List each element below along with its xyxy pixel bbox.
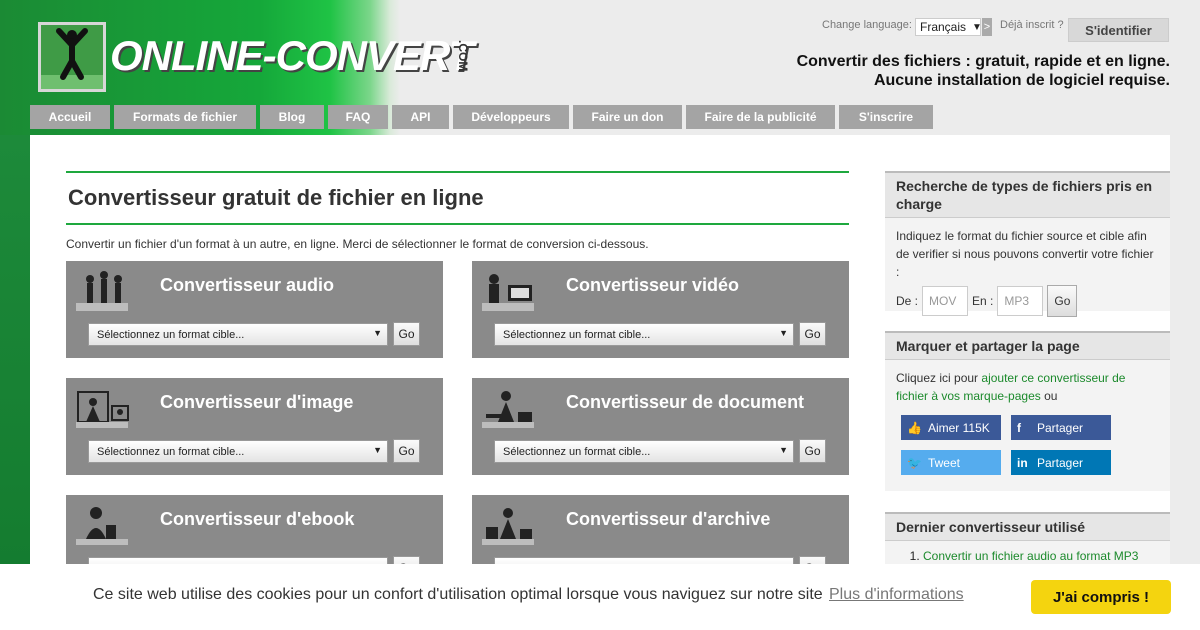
from-format-input[interactable]: MOV [922, 286, 969, 316]
format-select[interactable]: Sélectionnez un format cible... ▼ [494, 323, 794, 346]
format-check-form: De : MOV En : MP3 Go [896, 285, 1159, 317]
format-check-go-button[interactable]: Go [1047, 285, 1078, 317]
intro-text: Convertir un fichier d'un format à un au… [66, 237, 649, 251]
cookie-banner: Ce site web utilise des cookies pour un … [0, 564, 1200, 630]
sidebar-search-title: Recherche de types de fichiers pris en c… [885, 171, 1170, 218]
list-item: Convertir un fichier audio au format MP3 [923, 549, 1170, 563]
card-title: Convertisseur d'ebook [160, 509, 355, 529]
thumbs-up-icon: 👍 [907, 420, 922, 435]
select-placeholder: Sélectionnez un format cible... [97, 445, 245, 458]
facebook-share-button[interactable]: f Partager [1011, 415, 1111, 440]
facebook-share-label: Partager [1037, 420, 1084, 435]
image-icon [74, 386, 130, 430]
converter-card-video: Convertisseur vidéo Sélectionnez un form… [472, 261, 849, 358]
archive-icon [480, 503, 536, 547]
sidebar-search-text: Indiquez le format du fichier source et … [896, 229, 1154, 279]
format-select[interactable]: Sélectionnez un format cible... ▼ [494, 440, 794, 463]
page-title: Convertisseur gratuit de fichier en lign… [68, 185, 484, 210]
chevron-down-icon: ▼ [373, 445, 382, 455]
select-placeholder: Sélectionnez un format cible... [503, 445, 651, 458]
language-select[interactable]: Français ▼ [915, 18, 982, 36]
nav-item-formats[interactable]: Formats de fichier [114, 105, 256, 129]
from-label: De : [896, 294, 919, 308]
go-button[interactable]: Go [799, 439, 826, 463]
video-icon [480, 269, 536, 313]
chevron-down-icon: ▼ [972, 21, 982, 33]
sidebar-share-title: Marquer et partager la page [885, 331, 1170, 360]
nav-item-inscrire[interactable]: S'inscrire [839, 105, 933, 129]
linkedin-icon: in [1017, 455, 1028, 470]
tagline-line-1: Convertir des fichiers : gratuit, rapide… [796, 53, 1170, 70]
cookie-accept-button[interactable]: J'ai compris ! [1031, 580, 1171, 614]
chevron-down-icon: ▼ [373, 328, 382, 338]
select-placeholder: Sélectionnez un format cible... [503, 328, 651, 341]
card-title: Convertisseur d'image [160, 392, 354, 412]
logo-icon[interactable] [38, 22, 106, 92]
card-title: Convertisseur de document [566, 392, 805, 412]
facebook-like-label: Aimer 115K [927, 420, 990, 435]
nav-item-don[interactable]: Faire un don [573, 105, 682, 129]
card-title: Convertisseur d'archive [566, 509, 771, 529]
tagline-line-2: Aucune installation de logiciel requise. [873, 72, 1170, 89]
share-text-post: ou [1044, 389, 1058, 403]
card-title: Convertisseur audio [160, 275, 335, 295]
cookie-more-link[interactable]: Plus d'informations [829, 586, 964, 604]
nav-item-accueil[interactable]: Accueil [30, 105, 110, 129]
nav-item-api[interactable]: API [392, 105, 449, 129]
to-format-input[interactable]: MP3 [997, 286, 1044, 316]
nav-item-publicite[interactable]: Faire de la publicité [686, 105, 835, 129]
nav-item-blog[interactable]: Blog [260, 105, 324, 129]
share-text-pre: Cliquez ici pour [896, 371, 979, 385]
main-panel: Convertisseur gratuit de fichier en lign… [30, 135, 1170, 630]
sidebar-share-box: Marquer et partager la page Cliquez ici … [885, 331, 1170, 491]
login-button[interactable]: S'identifier [1068, 18, 1169, 42]
tagline: Convertir des fichiers : gratuit, rapide… [797, 52, 1170, 90]
cookie-message: Ce site web utilise des cookies pour un … [93, 586, 823, 603]
logo-suffix: .COM [456, 40, 470, 72]
go-button[interactable]: Go [393, 439, 420, 463]
to-label: En : [972, 294, 994, 308]
logo-text[interactable]: ONLINE-CONVERT [110, 32, 474, 80]
chevron-down-icon: ▼ [779, 445, 788, 455]
facebook-like-button[interactable]: 👍 Aimer 115K [901, 415, 1001, 440]
nav-item-faq[interactable]: FAQ [328, 105, 388, 129]
sidebar-last-title: Dernier convertisseur utilisé [885, 512, 1170, 541]
format-select[interactable]: Sélectionnez un format cible... ▼ [88, 440, 388, 463]
document-icon [480, 386, 536, 430]
tweet-label: Tweet [927, 455, 960, 470]
sidebar-share-body: Cliquez ici pour ajouter ce convertisseu… [885, 360, 1170, 414]
sidebar-search-body: Indiquez le format du fichier source et … [885, 218, 1170, 326]
title-bar: Convertisseur gratuit de fichier en lign… [66, 171, 849, 225]
nav-item-developpeurs[interactable]: Développeurs [453, 105, 569, 129]
audio-icon [74, 269, 130, 313]
header: ONLINE-CONVERT .COM Change language: Fra… [0, 0, 1200, 135]
ebook-icon [74, 503, 130, 547]
tweet-button[interactable]: 🐦 Tweet [901, 450, 1001, 475]
select-placeholder: Sélectionnez un format cible... [97, 328, 245, 341]
converter-card-image: Convertisseur d'image Sélectionnez un fo… [66, 378, 443, 475]
go-button[interactable]: Go [393, 322, 420, 346]
sidebar-search-box: Recherche de types de fichiers pris en c… [885, 171, 1170, 317]
converter-card-document: Convertisseur de document Sélectionnez u… [472, 378, 849, 475]
last-converter-link[interactable]: Convertir un fichier audio au format MP3 [923, 549, 1138, 563]
card-title: Convertisseur vidéo [566, 275, 740, 295]
linkedin-share-button[interactable]: in Partager [1011, 450, 1111, 475]
format-select[interactable]: Sélectionnez un format cible... ▼ [88, 323, 388, 346]
converter-card-audio: Convertisseur audio Sélectionnez un form… [66, 261, 443, 358]
language-submit-button[interactable]: > [982, 18, 992, 36]
side-green-strip [0, 135, 30, 630]
go-button[interactable]: Go [799, 322, 826, 346]
chevron-down-icon: ▼ [779, 328, 788, 338]
language-value: Français [920, 20, 967, 34]
content: Convertisseur gratuit de fichier en lign… [66, 171, 849, 592]
twitter-icon: 🐦 [907, 455, 922, 470]
language-label: Change language: [822, 19, 912, 31]
facebook-icon: f [1017, 420, 1021, 435]
already-registered-label: Déjà inscrit ? [1000, 19, 1064, 31]
linkedin-share-label: Partager [1037, 455, 1084, 470]
main-nav: Accueil Formats de fichier Blog FAQ API … [30, 105, 933, 129]
last-converter-list: Convertir un fichier audio au format MP3 [885, 549, 1170, 563]
